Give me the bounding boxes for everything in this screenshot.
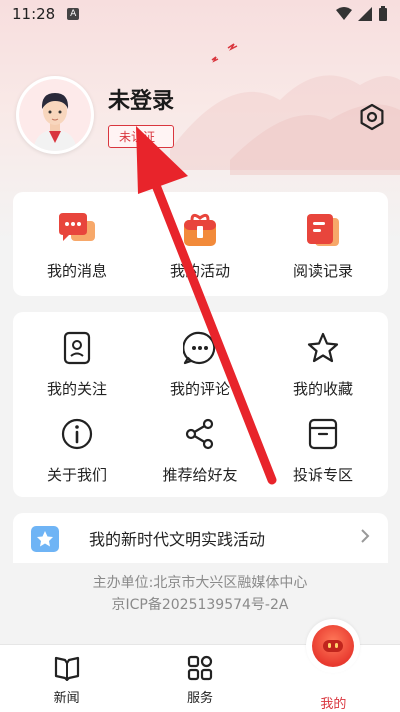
- my-comments-label: 我的评论: [169, 380, 230, 398]
- signal-icon: [358, 7, 372, 21]
- grid-icon: [187, 655, 213, 681]
- status-time: 11:28: [12, 5, 56, 23]
- default-avatar-icon: [19, 79, 91, 151]
- activity-icon: [140, 212, 260, 248]
- practice-card: 我的新时代文明实践活动: [13, 513, 388, 563]
- status-bar: 11:28 A: [0, 0, 400, 28]
- bottom-tab-bar: 新闻 服务 我的: [0, 619, 400, 712]
- profile-section[interactable]: 未登录 未认证: [16, 76, 174, 154]
- tab-news[interactable]: 新闻: [0, 645, 133, 712]
- tab-services-label: 服务: [186, 691, 213, 706]
- my-activities-label: 我的活动: [169, 262, 230, 280]
- my-follows-label: 我的关注: [46, 380, 107, 398]
- tab-mine[interactable]: 我的: [267, 619, 400, 712]
- star-icon: [263, 330, 383, 366]
- my-favorites-item[interactable]: 我的收藏: [263, 330, 383, 399]
- reading-record-item[interactable]: 阅读记录: [263, 212, 383, 281]
- book-icon: [54, 656, 79, 681]
- battery-icon: [379, 6, 387, 21]
- settings-icon[interactable]: [358, 103, 386, 135]
- share-icon: [140, 416, 260, 452]
- my-activities-item[interactable]: 我的活动: [140, 212, 260, 281]
- reading-record-label: 阅读记录: [292, 262, 353, 280]
- practice-star-icon: [31, 526, 59, 552]
- my-comments-item[interactable]: 我的评论: [140, 330, 260, 399]
- practice-label: 我的新时代文明实践活动: [89, 530, 266, 549]
- recommend-label: 推荐给好友: [162, 466, 238, 484]
- tab-news-label: 新闻: [53, 691, 80, 706]
- footer-info: 主办单位:北京市大兴区融媒体中心 京ICP备2025139574号-2A: [0, 572, 400, 616]
- reading-record-icon: [263, 212, 383, 248]
- complaint-label: 投诉专区: [292, 466, 353, 484]
- complaint-item[interactable]: 投诉专区: [263, 416, 383, 485]
- tab-mine-label: 我的: [320, 697, 347, 712]
- comment-icon: [140, 330, 260, 366]
- info-icon: [17, 416, 137, 452]
- tab-services[interactable]: 服务: [133, 645, 266, 712]
- message-icon: [17, 212, 137, 248]
- my-follows-item[interactable]: 我的关注: [17, 330, 137, 399]
- quick-actions-card: 我的消息 我的活动 阅读记录: [13, 192, 388, 296]
- mine-icon: [306, 619, 361, 673]
- icp-text: 京ICP备2025139574号-2A: [111, 597, 289, 613]
- login-status-title[interactable]: 未登录: [108, 83, 174, 115]
- practice-activity-row[interactable]: 我的新时代文明实践活动: [13, 513, 388, 563]
- avatar[interactable]: [16, 76, 94, 154]
- sim-icon: A: [67, 8, 80, 20]
- wifi-icon: [336, 7, 352, 20]
- recommend-item[interactable]: 推荐给好友: [140, 416, 260, 485]
- about-us-item[interactable]: 关于我们: [17, 416, 137, 485]
- organizer-text: 主办单位:北京市大兴区融媒体中心: [92, 575, 308, 591]
- follow-icon: [17, 330, 137, 366]
- my-messages-item[interactable]: 我的消息: [17, 212, 137, 281]
- verify-badge[interactable]: 未认证: [108, 124, 174, 148]
- complaint-icon: [263, 416, 383, 452]
- my-messages-label: 我的消息: [46, 262, 107, 280]
- about-us-label: 关于我们: [46, 466, 107, 484]
- menu-card: 我的关注 我的评论 我的收藏 关于我们 推荐给好友 投诉专区: [13, 312, 388, 497]
- chevron-right-icon: [360, 528, 370, 549]
- my-favorites-label: 我的收藏: [292, 380, 353, 398]
